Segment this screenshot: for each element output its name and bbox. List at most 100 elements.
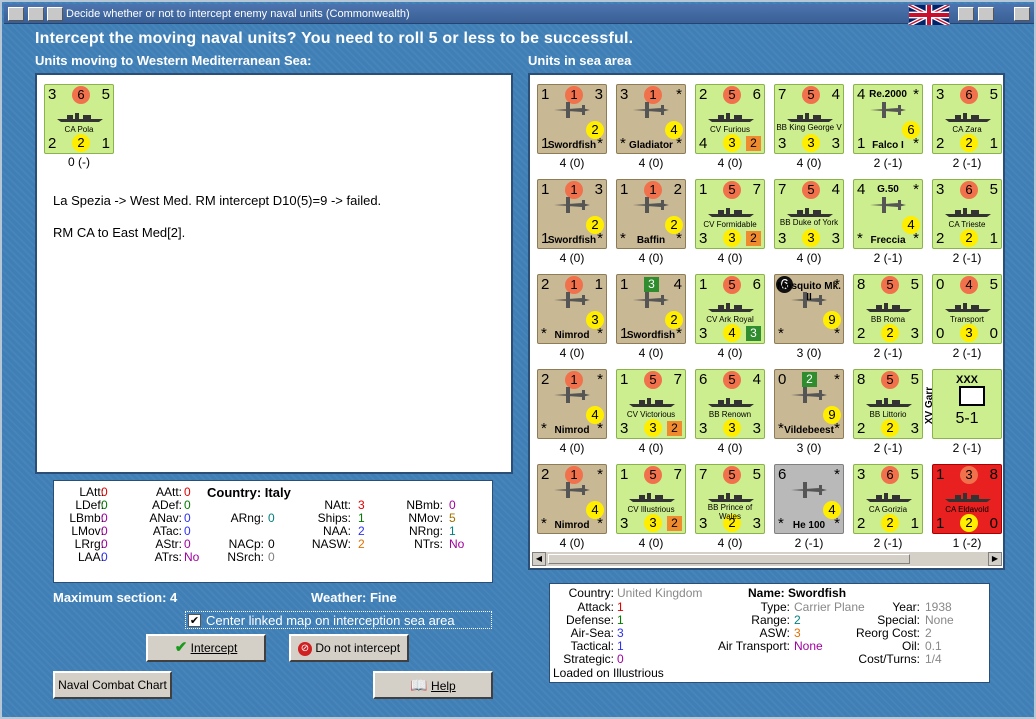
unit-counter[interactable]: 6 4 3 3 5 3 BB Renown [695,369,765,439]
counter-a: 5 [881,276,899,294]
intercept-heading: Intercept the moving naval units? You ne… [35,30,634,47]
unit-counter[interactable]: 3 5 2 1 6 2 CA Gorizia [853,464,923,534]
info-country: United Kingdom [617,586,703,600]
ship-icon [708,493,754,502]
stat-label: LAtt: [79,485,104,499]
counter-tl: 7 [778,181,787,198]
stat-label: LRrg: [74,537,104,551]
unit-counter[interactable]: 7 5 3 3 5 2 BB Prince of Wales [695,464,765,534]
counter-name: He 100 [792,520,826,531]
counter-name: Nimrod [554,330,590,341]
counter-name: Gladiator [629,140,673,151]
unit-counter[interactable]: 2 * * * 1 4 Nimrod [537,464,607,534]
help-label: Help [431,679,456,693]
counter-a: 5 [723,86,741,104]
counter-name: Vildebeest [784,425,834,436]
counter-tl: 2 [699,86,708,103]
counter-tr: * [597,371,603,388]
unit-counter[interactable]: 1 8 1 0 3 2 CA Eldavold [932,464,1002,534]
scrollbar-thumb[interactable] [548,554,910,564]
unit-counter[interactable]: 1 7 3 5 3 2 CV Victorious [616,369,686,439]
minimize-button[interactable] [28,7,44,21]
unit-counter[interactable]: 2 * * * 1 4 Nimrod [537,369,607,439]
unit-counter[interactable]: 1 7 3 5 3 2 CV Formidable [695,179,765,249]
unit-counter[interactable]: 1 6 3 5 4 3 CV Ark Royal [695,274,765,344]
unit-counter[interactable]: 3 5 2 1 6 2 CA Trieste [932,179,1002,249]
help-title-button[interactable] [958,7,974,21]
info-label: Strategic: [563,652,614,666]
counter-y: 4 [902,216,920,234]
info-tactical: 1 [617,639,624,653]
unit-caption: 2 (-1) [952,251,982,265]
unit-counter[interactable]: 8 5 2 3 5 2 BB Littorio [853,369,923,439]
info-name: Swordfish [788,586,847,600]
unit-caption: 4 (0) [638,346,664,360]
naval-combat-chart-label: Naval Combat Chart [58,678,167,692]
unit-counter[interactable]: 1 2 * * 1 2 Baffin [616,179,686,249]
unit-grid-scrollbar[interactable]: ◀ ▶ [532,552,1002,566]
unit-counter[interactable]: 3 * * * 1 4 Gladiator [616,84,686,154]
unit-counter[interactable]: 0 5 0 0 4 3 Transport [932,274,1002,344]
counter-y: 2 [881,419,899,437]
unit-counter[interactable]: 2 6 4 5 3 2 CV Furious [695,84,765,154]
unit-caption: 4 (0) [796,251,822,265]
close-button[interactable] [1014,7,1030,21]
info-cost-turns: 1/4 [925,652,942,666]
center-link-checkbox[interactable]: ✔ Center linked map on interception sea … [185,611,492,629]
center-link-label: Center linked map on interception sea ar… [206,613,455,628]
info-label: Year: [892,600,920,614]
unit-counter[interactable]: 4 * * * 4 G.50 Freccia [853,179,923,249]
unit-caption: 2 (-1) [952,156,982,170]
unit-counter[interactable]: 1 7 3 5 3 2 CV Illustrious [616,464,686,534]
scroll-left-button[interactable]: ◀ [532,552,546,566]
unit-counter[interactable]: 8 5 2 3 5 2 BB Roma [853,274,923,344]
unit-caption: 2 (-1) [794,536,824,550]
unit-counter[interactable]: 1 4 1 * 3 2 Swordfish [616,274,686,344]
info-loaded: Loaded on Illustrious [553,666,664,680]
moving-unit-counter[interactable]: 3 5 6 CA Pola 2 2 1 [44,84,114,154]
counter-tl: 1 [541,181,550,198]
unit-counter[interactable]: 6 * * * 4 He 100 [774,464,844,534]
counter-a: 5 [723,181,741,199]
unit-counter[interactable]: 7 4 3 3 5 3 BB Duke of York [774,179,844,249]
unit-stats-panel: LAtt: 0 LDef: 0 LBmb: 0 LMov: 0 LRrg: 0 LAA: 0… [53,480,493,583]
unit-counter[interactable]: XXX 5-1 XV Garr [924,369,1002,439]
restore-button[interactable] [47,7,63,21]
counter-y: 3 [960,324,978,342]
intercept-button[interactable]: ✔ Intercept [146,634,266,662]
unit-counter[interactable]: 1 3 1 * 1 2 Swordfish [537,179,607,249]
unit-counter[interactable]: 7 4 3 3 5 3 BB King George V [774,84,844,154]
naval-combat-chart-button[interactable]: Naval Combat Chart [53,671,172,699]
unit-counter[interactable]: 1 3 1 * 1 2 Swordfish [537,84,607,154]
plane-icon [870,197,906,213]
info-label: Country: [568,586,614,600]
unit-caption: 4 (0) [559,251,585,265]
counter-tr: 2 [673,181,682,198]
ship-icon [945,303,991,312]
scroll-right-button[interactable]: ▶ [988,552,1002,566]
counter-tl: 3 [620,86,629,103]
do-not-intercept-label: Do not intercept [315,641,401,655]
unit-counter[interactable]: 0 * * * 2 9 Vildebeest [774,369,844,439]
ship-icon [945,208,991,217]
uk-flag-icon [908,5,950,25]
counter-tr: 8 [989,466,998,483]
info-name-row: Name: Swordfish [748,586,847,600]
stat-label: LDef: [75,498,104,512]
counter-y: 2 [586,121,604,139]
counter-name: CV Formidable [703,220,757,229]
unit-counter[interactable]: 4 * 1 * 6 Re.2000 Falco I [853,84,923,154]
unit-counter[interactable]: 6 * * * 9 Mosquito Mk. II [774,274,844,344]
help-button[interactable]: 📖 Help [373,671,493,699]
system-menu-button[interactable] [8,7,24,21]
counter-bl: 3 [620,515,629,532]
info-label: Cost/Turns: [858,652,920,666]
stat-nacp: 0 [268,537,275,551]
checkbox-check-icon[interactable]: ✔ [188,614,201,627]
stat-ships: 1 [358,511,365,525]
counter-o: 2 [746,231,761,246]
maximize-button[interactable] [978,7,994,21]
do-not-intercept-button[interactable]: ⊘ Do not intercept [289,634,409,662]
unit-counter[interactable]: 2 1 * * 1 3 Nimrod [537,274,607,344]
unit-counter[interactable]: 3 5 2 1 6 2 CA Zara [932,84,1002,154]
